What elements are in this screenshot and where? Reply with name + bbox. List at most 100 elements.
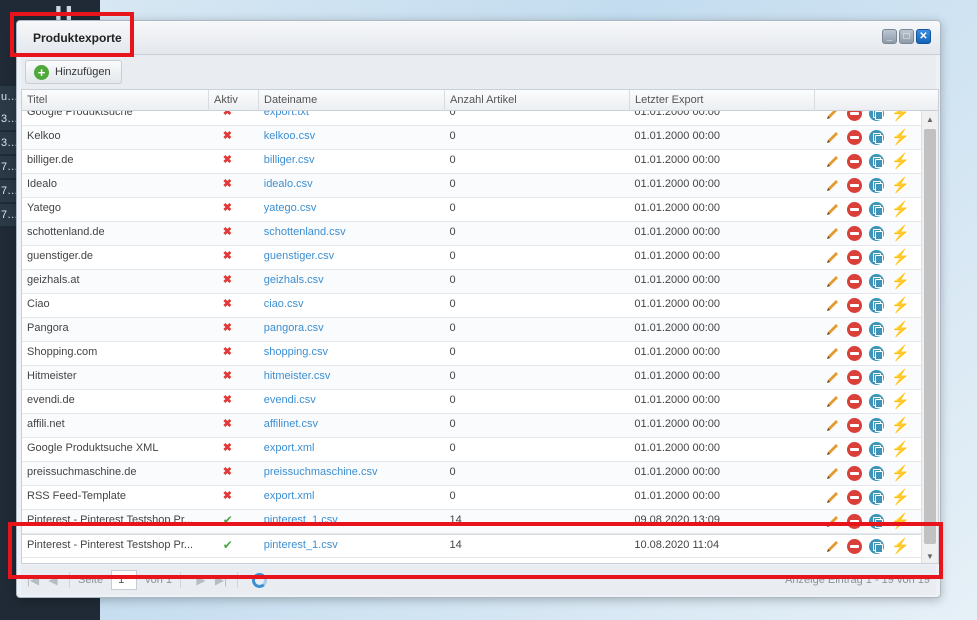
bolt-icon[interactable]: ⚡ [891,111,910,121]
bolt-icon[interactable]: ⚡ [891,226,910,241]
table-row[interactable]: Google Produktsuche ✖ export.txt 0 01.01.200… [22,111,923,126]
table-row[interactable]: schottenland.de ✖ schottenland.csv 0 01.01.2… [22,222,923,246]
delete-icon[interactable] [847,202,863,217]
pencil-icon[interactable] [825,490,840,505]
scroll-up-icon[interactable]: ▲ [922,111,938,128]
next-page-icon[interactable]: ▶ [193,573,209,587]
cell-dateiname-link[interactable]: export.txt [259,111,445,125]
cell-dateiname-link[interactable]: evendi.csv [259,390,445,413]
vertical-scrollbar[interactable]: ▲ ▼ [921,111,938,563]
table-row[interactable]: preissuchmaschine.de ✖ preissuchmaschine.c… [22,462,923,486]
pencil-icon[interactable] [825,418,840,433]
copy-icon[interactable] [869,154,885,169]
table-row[interactable]: Yatego ✖ yatego.csv 0 01.01.2000 00:00 ⚡ [22,198,923,222]
delete-icon[interactable] [847,154,863,169]
bolt-icon[interactable]: ⚡ [891,490,910,505]
delete-icon[interactable] [847,322,863,337]
pencil-icon[interactable] [825,250,840,265]
pencil-icon[interactable] [825,274,840,289]
bolt-icon[interactable]: ⚡ [891,250,910,265]
delete-icon[interactable] [847,226,863,241]
pencil-icon[interactable] [825,322,840,337]
cell-dateiname-link[interactable]: ciao.csv [259,294,445,317]
cell-dateiname-link[interactable]: idealo.csv [259,174,445,197]
column-header-anzahl-artikel[interactable]: Anzahl Artikel [445,90,630,111]
table-row[interactable]: geizhals.at ✖ geizhals.csv 0 01.01.2000 00:0… [22,270,923,294]
copy-icon[interactable] [869,490,885,505]
table-row[interactable]: Google Produktsuche XML ✖ export.xml 0 01.01… [22,438,923,462]
copy-icon[interactable] [869,418,885,433]
bolt-icon[interactable]: ⚡ [891,442,910,457]
bolt-icon[interactable]: ⚡ [891,394,910,409]
bolt-icon[interactable]: ⚡ [891,370,910,385]
delete-icon[interactable] [847,514,863,529]
cell-dateiname-link[interactable]: pinterest_1.csv [259,510,445,533]
copy-icon[interactable] [869,202,885,217]
cell-dateiname-link[interactable]: affilinet.csv [259,414,445,437]
bolt-icon[interactable]: ⚡ [891,202,910,217]
refresh-icon[interactable] [252,572,267,588]
delete-icon[interactable] [847,111,863,121]
table-row[interactable]: Ciao ✖ ciao.csv 0 01.01.2000 00:00 ⚡ [22,294,923,318]
copy-icon[interactable] [869,442,885,457]
pencil-icon[interactable] [825,346,840,361]
delete-icon[interactable] [847,130,863,145]
copy-icon[interactable] [869,370,885,385]
table-row[interactable]: billiger.de ✖ billiger.csv 0 01.01.2000 00:0… [22,150,923,174]
table-row[interactable]: guenstiger.de ✖ guenstiger.csv 0 01.01.2000 … [22,246,923,270]
cell-dateiname-link[interactable]: hitmeister.csv [259,366,445,389]
pencil-icon[interactable] [825,394,840,409]
column-header-dateiname[interactable]: Dateiname [259,90,445,111]
pencil-icon[interactable] [825,514,840,529]
scroll-thumb[interactable] [924,129,936,544]
cell-dateiname-link[interactable]: schottenland.csv [259,222,445,245]
bolt-icon[interactable]: ⚡ [891,130,910,145]
cell-dateiname-link[interactable]: billiger.csv [259,150,445,173]
copy-icon[interactable] [869,111,885,121]
copy-icon[interactable] [869,274,885,289]
delete-icon[interactable] [847,466,863,481]
bolt-icon[interactable]: ⚡ [891,539,910,554]
minimize-icon[interactable]: _ [882,29,897,44]
bolt-icon[interactable]: ⚡ [891,322,910,337]
delete-icon[interactable] [847,539,863,554]
bolt-icon[interactable]: ⚡ [891,274,910,289]
pencil-icon[interactable] [825,539,840,554]
add-button[interactable]: + Hinzufügen [25,60,122,84]
copy-icon[interactable] [869,130,885,145]
delete-icon[interactable] [847,250,863,265]
column-header-titel[interactable]: Titel [22,90,209,111]
delete-icon[interactable] [847,178,863,193]
table-row[interactable]: RSS Feed-Template ✖ export.xml 0 01.01.2000 … [22,486,923,510]
copy-icon[interactable] [869,226,885,241]
table-row[interactable]: Pinterest - Pinterest Testshop Pr... ✔ pin… [22,534,923,558]
bolt-icon[interactable]: ⚡ [891,154,910,169]
copy-icon[interactable] [869,514,885,529]
table-row[interactable]: Kelkoo ✖ kelkoo.csv 0 01.01.2000 00:00 ⚡ [22,126,923,150]
column-header-aktiv[interactable]: Aktiv [209,90,259,111]
delete-icon[interactable] [847,370,863,385]
pencil-icon[interactable] [825,178,840,193]
pencil-icon[interactable] [825,154,840,169]
maximize-icon[interactable]: □ [899,29,914,44]
copy-icon[interactable] [869,250,885,265]
table-row[interactable]: Pinterest - Pinterest Testshop Pr... ✔ pin… [22,510,923,534]
bolt-icon[interactable]: ⚡ [891,178,910,193]
column-header-letzter-export[interactable]: Letzter Export [630,90,815,111]
cell-dateiname-link[interactable]: pangora.csv [259,318,445,341]
cell-dateiname-link[interactable]: kelkoo.csv [259,126,445,149]
delete-icon[interactable] [847,394,863,409]
last-page-icon[interactable]: ▶| [213,573,229,587]
pencil-icon[interactable] [825,466,840,481]
cell-dateiname-link[interactable]: shopping.csv [259,342,445,365]
delete-icon[interactable] [847,442,863,457]
bolt-icon[interactable]: ⚡ [891,346,910,361]
table-row[interactable]: Pangora ✖ pangora.csv 0 01.01.2000 00:00 ⚡ [22,318,923,342]
copy-icon[interactable] [869,346,885,361]
pencil-icon[interactable] [825,442,840,457]
pencil-icon[interactable] [825,202,840,217]
pencil-icon[interactable] [825,226,840,241]
copy-icon[interactable] [869,178,885,193]
delete-icon[interactable] [847,490,863,505]
first-page-icon[interactable]: |◀ [25,573,41,587]
